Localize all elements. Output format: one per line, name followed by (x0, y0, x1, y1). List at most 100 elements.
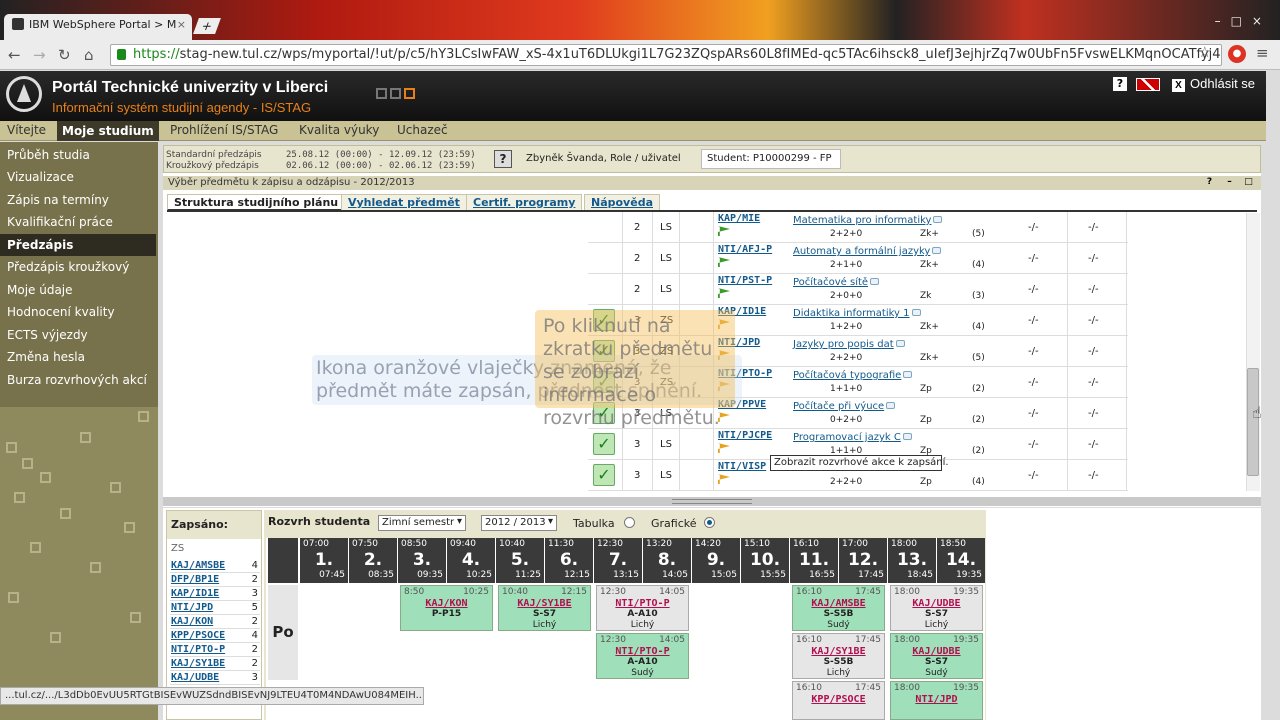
sidebar-item-moje-udaje[interactable]: Moje údaje (7, 283, 152, 297)
schedule-event[interactable]: 12:30 14:05 NTI/PTO-P A-A10 Lichý (596, 585, 689, 631)
info-help-button[interactable]: ? (494, 150, 512, 168)
comment-icon[interactable] (903, 371, 913, 378)
menu-vitejte[interactable]: Vítejte (7, 123, 46, 137)
course-code-link[interactable]: NTI/PST-P (718, 275, 772, 286)
sidebar-item-ects[interactable]: ECTS výjezdy (7, 328, 152, 342)
course-checkbox[interactable]: ✓ (593, 433, 615, 455)
back-icon[interactable]: ← (8, 46, 21, 64)
course-name-link[interactable]: Automaty a formální jazyky (793, 246, 942, 257)
menu-kvalita-vyuky[interactable]: Kvalita výuky (299, 123, 379, 137)
course-scrollbar-thumb[interactable] (1247, 368, 1259, 476)
green-flag-icon[interactable] (718, 226, 730, 236)
course-code-link[interactable]: NTI/AFJ-P (718, 244, 772, 255)
course-name-link[interactable]: Počítačové sítě (793, 277, 880, 288)
menu-moje-studium[interactable]: Moje studium (57, 121, 159, 141)
sidebar-item-vizualizace[interactable]: Vizualizace (7, 170, 152, 184)
bookmark-star-icon[interactable]: ☆ (1198, 43, 1211, 61)
event-week: Lichý (532, 620, 557, 630)
enrolled-code-link[interactable]: KAJ/AMSBE (171, 560, 225, 571)
enrolled-code-link[interactable]: KAJ/UDBE (171, 672, 219, 683)
comment-icon[interactable] (902, 433, 912, 440)
schedule-event[interactable]: 16:10 17:45 KAJ/SY1BE S-S5B Lichý (792, 633, 885, 679)
graficke-radio[interactable] (704, 517, 715, 528)
orange-flag-icon[interactable] (718, 412, 730, 422)
hour-column-header: 18:00 13. 18:45 (888, 538, 936, 583)
section-minimize-icon[interactable]: – (1224, 177, 1235, 188)
course-name-link[interactable]: Jazyky pro popis dat (793, 339, 905, 350)
section-maximize-icon[interactable]: □ (1243, 177, 1254, 188)
comment-icon[interactable] (932, 247, 942, 254)
orange-flag-icon[interactable] (718, 474, 730, 484)
course-ects: (2) (972, 384, 985, 394)
course-code-link[interactable]: NTI/VISP (718, 461, 766, 472)
tab-napoveda[interactable]: Nápověda (584, 194, 660, 211)
course-name-link[interactable]: Matematika pro informatiky (793, 215, 943, 226)
schedule-event[interactable]: 18:00 19:35 KAJ/UDBE S-S7 Sudý (890, 633, 983, 679)
tab-struktura[interactable]: Struktura studijního plánu (167, 194, 346, 211)
sidebar-item-zmena-hesla[interactable]: Změna hesla (7, 350, 152, 364)
course-ects: (4) (972, 260, 985, 270)
comment-icon[interactable] (911, 309, 921, 316)
enrolled-code-link[interactable]: NTI/PTO-P (171, 644, 225, 655)
splitter-grip[interactable] (672, 499, 752, 504)
course-exam-type: Zk+ (920, 229, 939, 239)
browser-tab[interactable]: IBM WebSphere Portal > M × (4, 14, 192, 40)
tab-vyhledat[interactable]: Vyhledat předmět (341, 194, 467, 211)
tab-title: IBM WebSphere Portal > M (29, 18, 177, 31)
tabulka-radio[interactable] (624, 517, 635, 528)
course-name-link[interactable]: Počítače při výuce (793, 401, 896, 412)
comment-icon[interactable] (895, 340, 905, 347)
sidebar-item-burza[interactable]: Burza rozvrhových akcí (7, 373, 152, 387)
forward-icon[interactable]: → (33, 46, 46, 64)
menu-prohlizeni[interactable]: Prohlížení IS/STAG (170, 123, 278, 137)
orange-flag-icon[interactable] (718, 443, 730, 453)
schedule-event[interactable]: 18:00 19:35 NTI/JPD (890, 681, 983, 720)
section-help-icon[interactable]: ? (1204, 177, 1215, 188)
sidebar-item-predzapis[interactable]: Předzápis (0, 234, 156, 256)
course-name-link[interactable]: Programovací jazyk C (793, 432, 912, 443)
sidebar-item-kvalifikacni[interactable]: Kvalifikační práce (7, 215, 152, 229)
wrench-menu-icon[interactable]: ≡ (1256, 44, 1269, 62)
enrolled-code-link[interactable]: DFP/BP1E (171, 574, 219, 585)
sidebar-item-predzapis-krouzkovy[interactable]: Předzápis kroužkový (7, 260, 152, 274)
schedule-event[interactable]: 16:10 17:45 KPP/PSOCE (792, 681, 885, 720)
schedule-event[interactable]: 18:00 19:35 KAJ/UDBE S-S7 Lichý (890, 585, 983, 631)
enrolled-code-link[interactable]: NTI/JPD (171, 602, 213, 613)
help-icon[interactable]: ? (1113, 77, 1127, 91)
extension-icon[interactable]: ● (1228, 45, 1246, 63)
schedule-event[interactable]: 10:40 12:15 KAJ/SY1BE S-S7 Lichý (498, 585, 591, 631)
tab-certif[interactable]: Certif. programy (466, 194, 583, 211)
home-icon[interactable]: ⌂ (84, 46, 94, 64)
course-code-link[interactable]: KAP/MIE (718, 213, 760, 224)
enrolled-code-link[interactable]: KPP/PSOCE (171, 630, 225, 641)
comment-icon[interactable] (933, 216, 943, 223)
year-select[interactable]: 2012 / 2013 (481, 515, 557, 531)
enrolled-code-link[interactable]: KAP/ID1E (171, 588, 219, 599)
green-flag-icon[interactable] (718, 288, 730, 298)
sidebar-item-prubeh[interactable]: Průběh studia (7, 148, 152, 162)
course-checkbox[interactable]: ✓ (593, 464, 615, 486)
new-tab-button[interactable]: + (193, 18, 221, 34)
menu-uchazec[interactable]: Uchazeč (397, 123, 448, 137)
schedule-event[interactable]: 8:50 10:25 KAJ/KON P-P15 (400, 585, 493, 631)
schedule-event[interactable]: 16:10 17:45 KAJ/AMSBE S-S5B Sudý (792, 585, 885, 631)
comment-icon[interactable] (870, 278, 880, 285)
sidebar-item-hodnoceni[interactable]: Hodnocení kvality (7, 305, 152, 319)
sidebar-item-zapis[interactable]: Zápis na termíny (7, 193, 152, 207)
enrolled-code-link[interactable]: KAJ/SY1BE (171, 658, 225, 669)
schedule-event[interactable]: 12:30 14:05 NTI/PTO-P A-A10 Sudý (596, 633, 689, 679)
enrolled-credits: 2 (251, 574, 258, 585)
course-code-link[interactable]: NTI/PJCPE (718, 430, 772, 441)
logout-button[interactable]: X Odhlásit se (1172, 76, 1255, 92)
reload-icon[interactable]: ↻ (58, 46, 71, 64)
course-name-link[interactable]: Didaktika informatiky 1 (793, 308, 921, 319)
comment-icon[interactable] (886, 402, 896, 409)
english-flag-icon[interactable] (1136, 78, 1160, 91)
semester-select[interactable]: Zimní semestr (378, 515, 466, 531)
green-flag-icon[interactable] (718, 257, 730, 267)
window-controls[interactable]: –□× (1215, 14, 1272, 28)
tab-close-icon[interactable]: × (177, 18, 186, 31)
enrolled-code-link[interactable]: KAJ/KON (171, 616, 213, 627)
address-bar[interactable]: https://stag-new.tul.cz/wps/myportal/!ut… (110, 44, 1222, 66)
course-name-link[interactable]: Počítačová typografie (793, 370, 913, 381)
